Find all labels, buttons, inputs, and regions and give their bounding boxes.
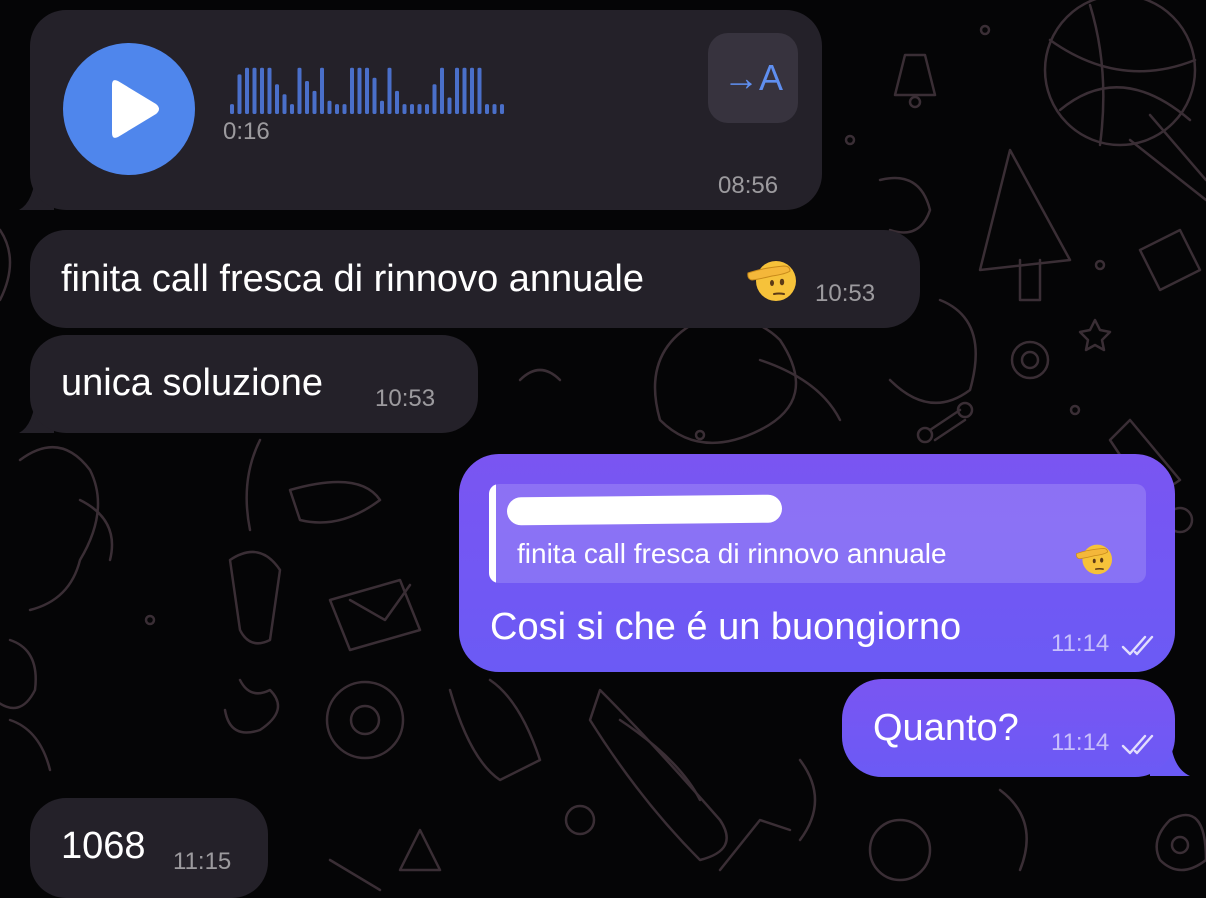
voice-message-bubble[interactable]: 0:16 →A 08:56 (30, 10, 822, 210)
message-text: Cosi si che é un buongiorno (490, 606, 962, 648)
waveform-bar (425, 104, 429, 114)
waveform-bar (237, 74, 242, 114)
transcribe-button[interactable]: →A (708, 33, 798, 123)
waveform-bar (267, 67, 272, 114)
message-time: 08:56 (718, 172, 779, 199)
reply-quote-text: finita call fresca di rinnovo annuale (517, 538, 947, 569)
voice-waveform[interactable] (226, 60, 666, 116)
message-time: 11:14 (1051, 630, 1110, 657)
waveform-bar (372, 77, 377, 114)
message-text: finita call fresca di rinnovo annuale (61, 258, 645, 300)
read-checkmarks-icon (1121, 734, 1154, 755)
incoming-message[interactable]: 1068 11:15 (30, 798, 268, 898)
waveform-bar (245, 67, 249, 114)
waveform-bar (305, 81, 309, 114)
message-time: 11:15 (173, 848, 232, 875)
waveform-bar (447, 97, 452, 114)
message-time: 10:53 (815, 280, 876, 307)
waveform-bar (417, 104, 422, 114)
waveform-bar (380, 100, 384, 114)
waveform-bar (275, 84, 279, 114)
waveform-bar (297, 67, 302, 114)
waveform-bar (462, 67, 467, 114)
reply-quote[interactable]: finita call fresca di rinnovo annuale (489, 484, 1146, 583)
waveform-bar (252, 67, 257, 114)
waveform-bar (350, 67, 354, 114)
reply-quote-bar (489, 484, 496, 583)
waveform-bar (477, 67, 482, 114)
saluting-face-emoji (1075, 544, 1113, 575)
saluting-face-emoji (747, 261, 796, 301)
waveform-bar (395, 90, 399, 114)
waveform-bar (492, 104, 497, 114)
voice-duration: 0:16 (223, 118, 270, 145)
message-text: unica soluzione (61, 362, 323, 404)
waveform-bar (230, 104, 234, 114)
waveform-bar (500, 104, 504, 114)
waveform-bar (432, 84, 437, 114)
redacted-sender-name (506, 494, 783, 526)
waveform-bar (410, 104, 414, 114)
waveform-bar (312, 90, 317, 114)
outgoing-message[interactable]: finita call fresca di rinnovo annuale Co… (459, 454, 1175, 672)
play-icon (112, 80, 159, 138)
waveform-bar (335, 104, 339, 114)
message-text: Quanto? (873, 707, 1019, 749)
waveform-bar (290, 104, 294, 114)
waveform-bar (455, 67, 459, 114)
incoming-message[interactable]: unica soluzione 10:53 (30, 335, 478, 433)
waveform-bar (282, 94, 287, 114)
chat-view[interactable]: 0:16 →A 08:56 finita call fresca di rinn… (0, 0, 1206, 898)
waveform-bar (470, 67, 474, 114)
waveform-bar (320, 67, 324, 114)
waveform-bar (440, 67, 444, 114)
play-button[interactable] (63, 43, 195, 175)
read-checkmarks-icon (1121, 635, 1154, 656)
message-time: 10:53 (375, 385, 436, 412)
waveform-bar (485, 104, 489, 114)
waveform-bar (387, 67, 392, 114)
waveform-bar (402, 104, 407, 114)
waveform-bar (357, 67, 362, 114)
waveform-bar (342, 104, 347, 114)
waveform-bar (260, 67, 264, 114)
outgoing-message[interactable]: Quanto? 11:14 (842, 679, 1175, 777)
message-time: 11:14 (1051, 729, 1110, 756)
waveform-bar (327, 100, 332, 114)
message-text: 1068 (61, 825, 146, 867)
waveform-bar (365, 67, 369, 114)
incoming-message[interactable]: finita call fresca di rinnovo annuale 10… (30, 230, 920, 328)
